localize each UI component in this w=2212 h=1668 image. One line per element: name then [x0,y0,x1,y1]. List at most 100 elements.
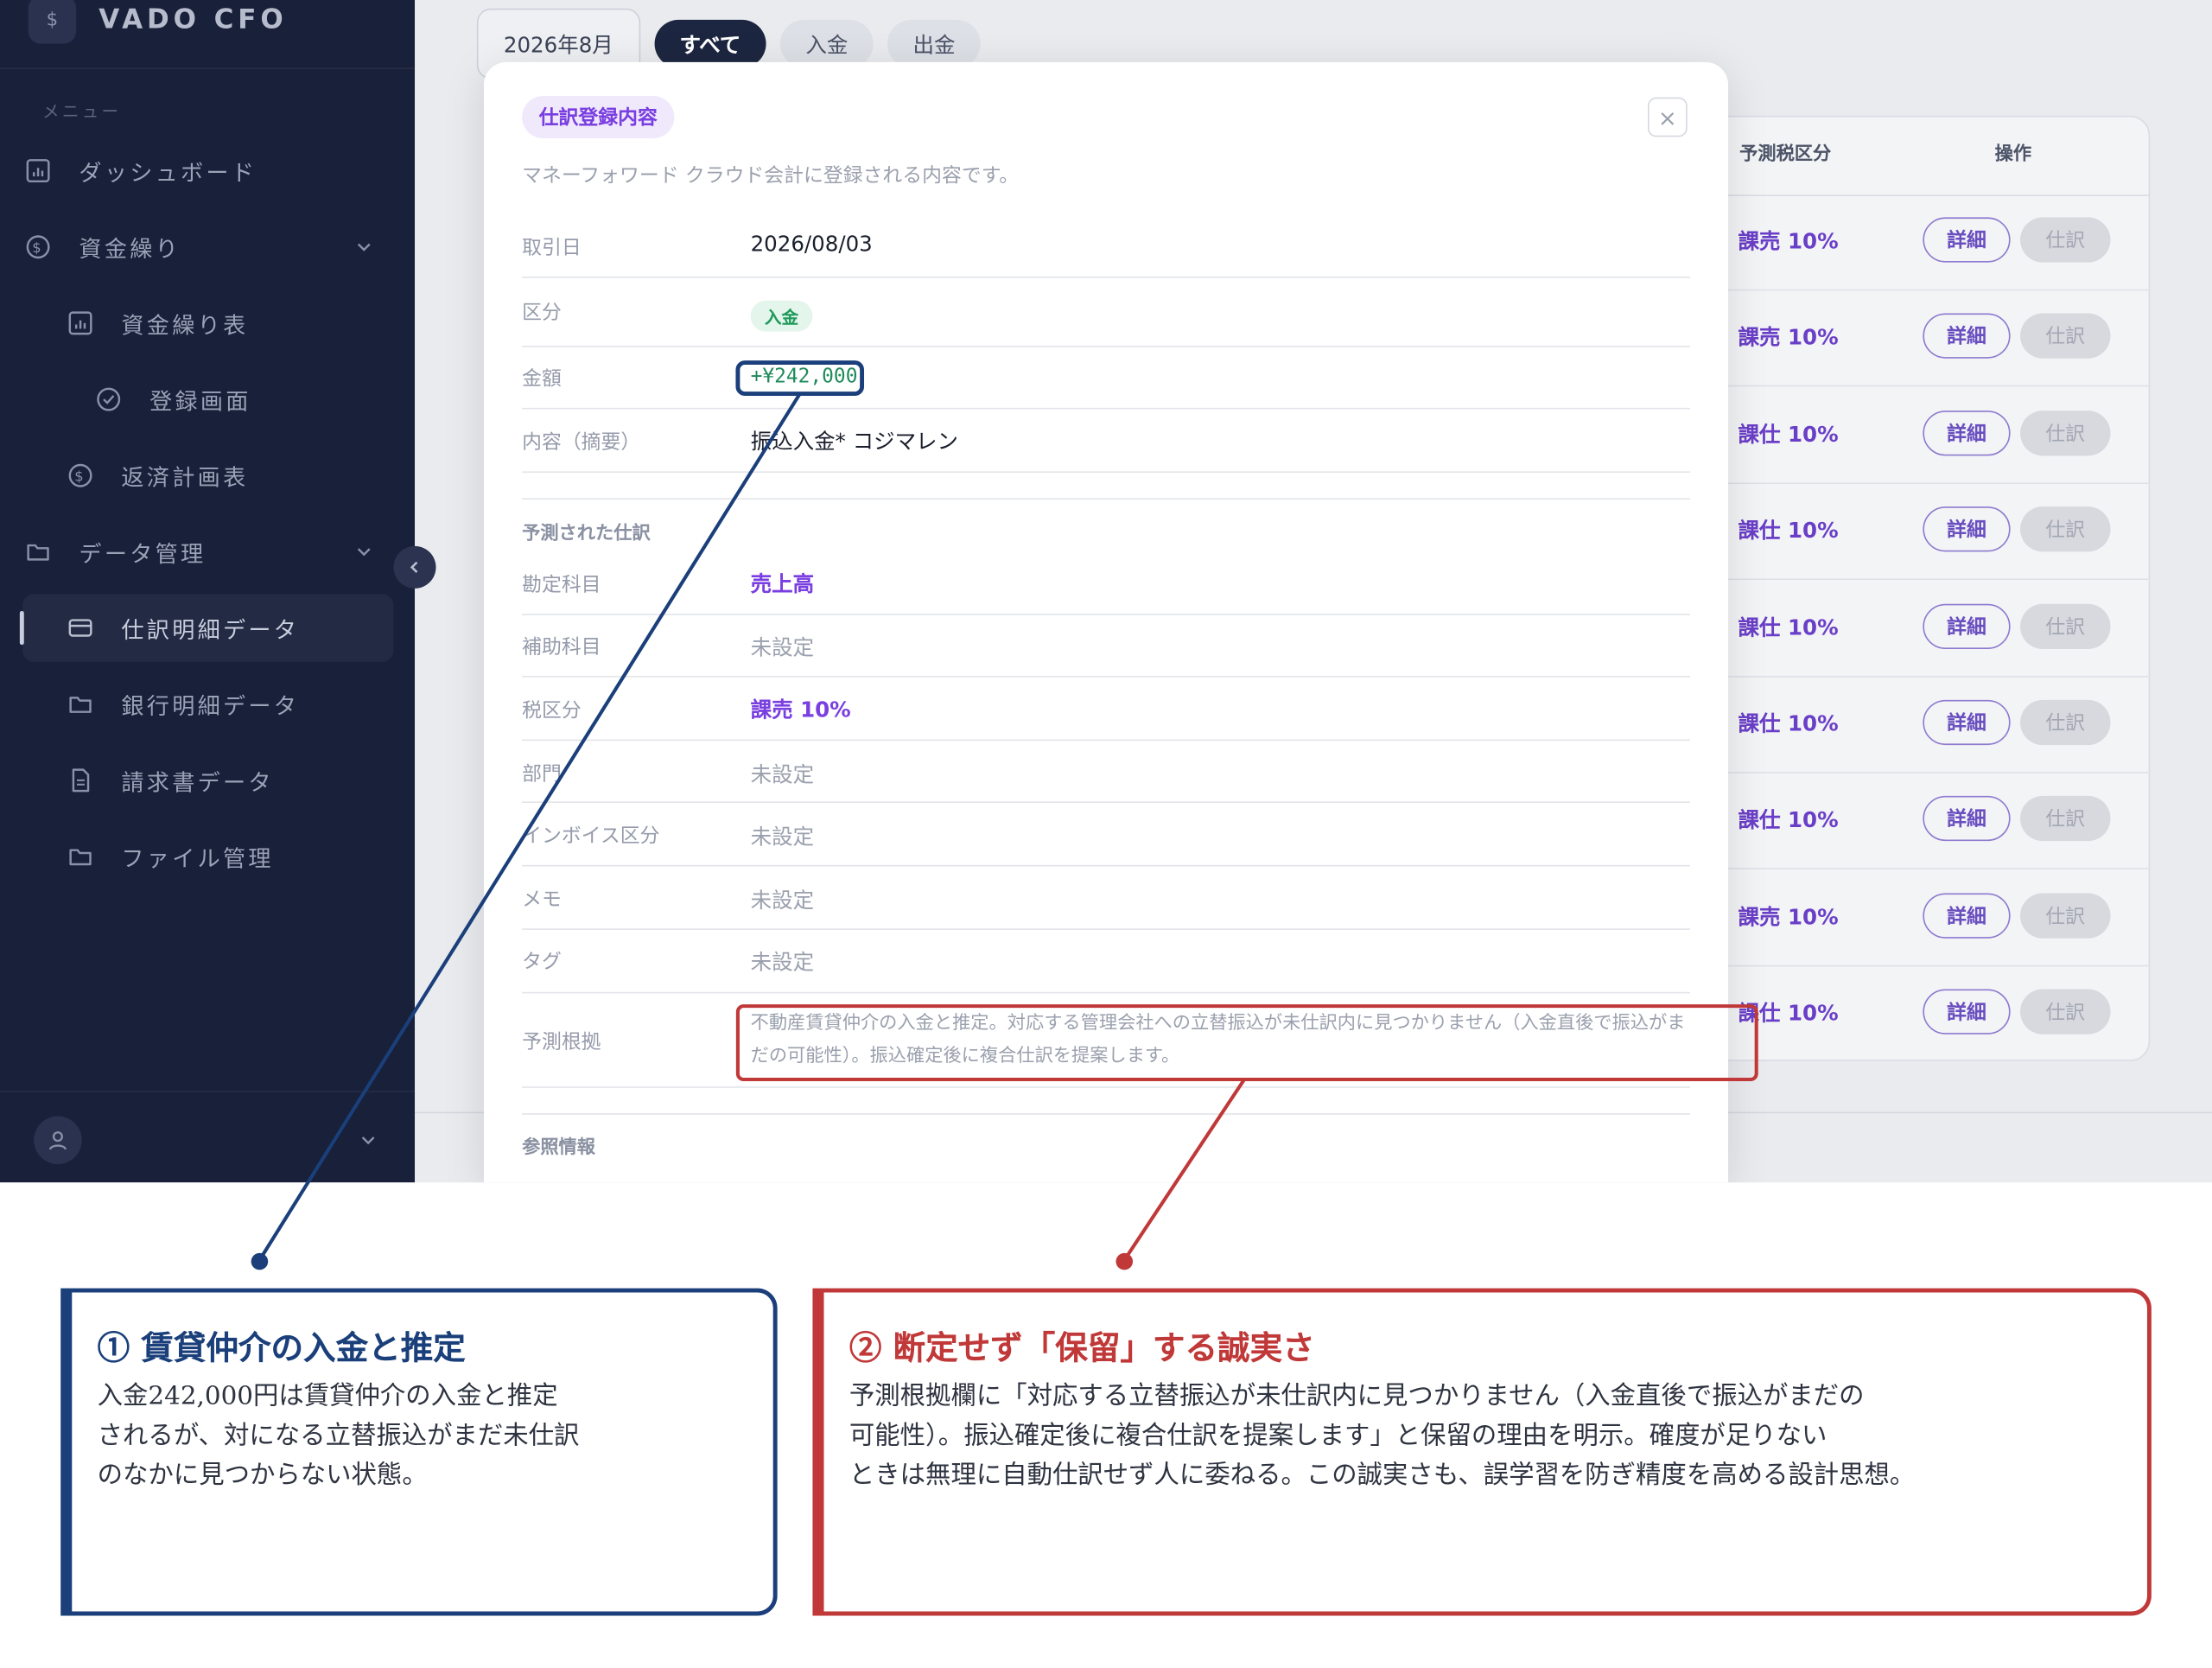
bar-chart-icon [22,156,54,187]
tab-all[interactable]: すべて [654,19,766,68]
divider [522,614,1690,615]
tax-cell: 課売 10% [1738,228,1839,254]
app-screen: $ VADO CFO メニュー ダッシュボード $ 資金繰り 資金繰り表 登録画… [0,0,2212,1183]
department-label: 部門 [522,763,562,786]
detail-button[interactable]: 詳細 [1923,796,2011,842]
divider [522,407,1690,410]
sidebar-item-bank-data[interactable]: 銀行明細データ [22,671,393,738]
divider [522,676,1690,678]
journal-button[interactable]: 仕訳 [2020,314,2111,360]
sidebar-item-invoice-data[interactable]: 請求書データ [22,747,393,814]
table-row: 課仕 10% 詳細 仕訳 [1678,581,2151,678]
tab-deposit[interactable]: 入金 [780,19,874,68]
divider [522,1086,1690,1088]
collapse-sidebar-button[interactable] [393,545,436,589]
journal-entry-modal: 仕訳登録内容 × マネーフォワード クラウド会計に登録される内容です。 取引日 … [484,61,1729,1183]
amount-label: 金額 [522,368,562,392]
divider [522,864,1690,867]
dollar-circle-icon: $ [22,232,54,263]
reason-value: 不動産賃貸仲介の入金と推定。対応する管理会社への立替振込が未仕訳内に見つかりませ… [750,1013,1686,1067]
sub-account-value: 未設定 [750,634,815,661]
document-icon [65,765,96,796]
annotation-title: ① 賃貸仲介の入金と推定 [97,1329,466,1368]
detail-button[interactable]: 詳細 [1923,699,2011,746]
divider [522,277,1690,278]
divider [522,1113,1690,1115]
tab-withdrawal[interactable]: 出金 [887,19,981,68]
sidebar-item-register[interactable]: 登録画面 [22,366,393,433]
table-row: 課仕 10% 詳細 仕訳 [1678,388,2151,484]
journal-button[interactable]: 仕訳 [2020,989,2111,1035]
detail-button[interactable]: 詳細 [1923,603,2011,649]
detail-button[interactable]: 詳細 [1923,410,2011,456]
journal-button[interactable]: 仕訳 [2020,410,2111,456]
detail-button[interactable]: 詳細 [1923,217,2011,263]
sidebar-item-cashflow[interactable]: $ 資金繰り [22,213,393,281]
detail-button[interactable]: 詳細 [1923,989,2011,1035]
note-value: 未設定 [750,887,815,914]
annotation-body: 予測根拠欄に「対応する立替振込が未仕訳内に見つかりません（入金直後で振込がまだの… [849,1381,1916,1491]
annotation-title: ② 断定せず「保留」する誠実さ [849,1329,1315,1368]
divider [0,1091,416,1092]
sidebar-item-dashboard[interactable]: ダッシュボード [22,137,393,204]
chevron-down-icon[interactable] [359,1129,378,1156]
note-label: メモ [522,888,562,912]
close-button[interactable]: × [1647,97,1688,137]
svg-text:$: $ [32,239,44,256]
invoice-label: インボイス区分 [522,825,660,849]
invoice-value: 未設定 [750,824,815,850]
brand[interactable]: $ VADO CFO [28,0,288,62]
detail-button[interactable]: 詳細 [1923,506,2011,552]
svg-text:$: $ [74,468,86,485]
journal-button[interactable]: 仕訳 [2020,699,2111,746]
sidebar-item-label: 資金繰り表 [121,311,249,339]
sidebar-item-label: 仕訳明細データ [121,616,300,644]
folder-icon [22,536,54,567]
app: $ VADO CFO メニュー ダッシュボード $ 資金繰り 資金繰り表 登録画… [0,0,2212,1668]
blue-leader-dot [251,1252,269,1270]
sidebar-item-journal-data[interactable]: 仕訳明細データ [19,594,394,662]
annotation-box-2: ② 断定せず「保留」する誠実さ 予測根拠欄に「対応する立替振込が未仕訳内に見つか… [812,1288,2152,1616]
account-label: 勘定科目 [522,574,601,597]
memo-value: 振込入金* コジマレン [750,429,959,455]
divider [522,471,1690,473]
divider [522,346,1690,347]
journal-button[interactable]: 仕訳 [2020,893,2111,939]
column-header-actions: 操作 [1994,143,2032,166]
tag-value: 未設定 [750,949,815,976]
reference-section-title: 参照情報 [522,1136,596,1159]
user-avatar-icon[interactable] [34,1116,82,1164]
sidebar-item-data-management[interactable]: データ管理 [22,518,393,585]
chevron-down-icon [354,540,374,567]
sidebar: $ VADO CFO メニュー ダッシュボード $ 資金繰り 資金繰り表 登録画… [0,0,416,1183]
tag-label: タグ [522,951,562,974]
tax-cell: 課仕 10% [1738,421,1839,448]
detail-button[interactable]: 詳細 [1923,314,2011,360]
sidebar-item-repayment[interactable]: $ 返済計画表 [22,442,393,509]
divider [522,498,1690,500]
table-row: 課仕 10% 詳細 仕訳 [1678,484,2151,581]
credit-card-icon [65,613,96,644]
sidebar-item-cashflow-table[interactable]: 資金繰り表 [22,290,393,357]
table-row: 課仕 10% 詳細 仕訳 [1678,678,2151,774]
sidebar-item-label: ファイル管理 [121,844,274,873]
tax-value: 課売 10% [750,697,851,723]
tax-label: 税区分 [522,699,582,723]
sidebar-item-file-management[interactable]: ファイル管理 [22,823,393,890]
modal-title-badge: 仕訳登録内容 [522,96,675,139]
tax-cell: 課売 10% [1738,325,1839,351]
table-row: 課売 10% 詳細 仕訳 [1678,870,2151,967]
dollar-circle-icon: $ [65,460,96,491]
journal-button[interactable]: 仕訳 [2020,217,2111,263]
bar-chart-icon [65,308,96,339]
journal-button[interactable]: 仕訳 [2020,796,2111,842]
date-label: 取引日 [522,237,582,260]
annotation-body: 入金242,000円は賃貸仲介の入金と推定 されるが、対になる立替振込がまだ未仕… [97,1381,580,1491]
detail-button[interactable]: 詳細 [1923,893,2011,939]
tax-cell: 課仕 10% [1738,807,1839,833]
scaled-stage: $ VADO CFO メニュー ダッシュボード $ 資金繰り 資金繰り表 登録画… [0,0,2212,1665]
journal-button[interactable]: 仕訳 [2020,603,2111,649]
brand-name: VADO CFO [99,3,288,35]
menu-section-label: メニュー [41,101,122,122]
journal-button[interactable]: 仕訳 [2020,506,2111,552]
